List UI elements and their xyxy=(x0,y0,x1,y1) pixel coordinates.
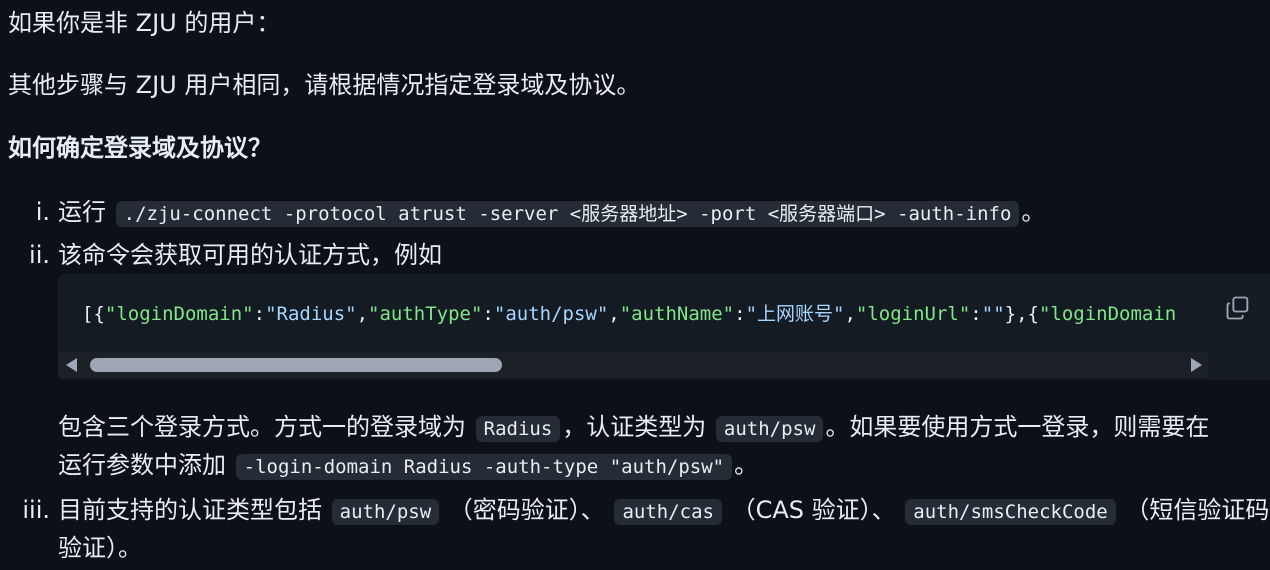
code-token: "auth/psw" xyxy=(493,303,609,325)
code-block: [{"loginDomain":"Radius","authType":"aut… xyxy=(58,274,1270,380)
code-token: , xyxy=(608,303,620,325)
explain-text: 运行参数中添加 xyxy=(58,451,226,479)
explain-text: 。如果要使用方式一登录，则需要在 xyxy=(825,413,1210,441)
code-token: "Radius" xyxy=(265,303,357,325)
list-text: 运行 xyxy=(58,198,106,226)
list-item: i. 运行 ./zju-connect -protocol atrust -se… xyxy=(36,193,1046,233)
list-item-continuation: 验证）。 xyxy=(58,529,142,567)
auth-psw-code: auth/psw xyxy=(331,499,440,525)
code-token: "loginDomain" xyxy=(104,303,254,325)
code-token: : xyxy=(734,303,746,325)
explain-text: 。 xyxy=(734,451,759,479)
code-token: "authType" xyxy=(368,303,483,325)
explanation-line-1: 包含三个登录方式。方式一的登录域为 Radius ，认证类型为 auth/psw。… xyxy=(58,408,1209,448)
list-text: （密码验证）、 xyxy=(448,496,605,524)
list-item: ii. 该命令会获取可用的认证方式，例如 xyxy=(29,236,442,274)
scrollbar-thumb[interactable] xyxy=(90,358,502,372)
code-token: "" xyxy=(981,303,1005,325)
list-text: 该命令会获取可用的认证方式，例如 xyxy=(58,241,442,269)
explain-text: 包含三个登录方式。方式一的登录域为 xyxy=(58,413,466,441)
list-marker: iii. xyxy=(22,496,50,524)
list-text: （短信验证码 xyxy=(1125,496,1270,524)
code-token: },{ xyxy=(1004,303,1039,325)
copy-icon xyxy=(1226,296,1249,320)
code-token: [{ xyxy=(82,303,105,325)
list-text: （CAS 验证）、 xyxy=(731,496,896,524)
explain-text: ，认证类型为 xyxy=(562,413,707,441)
list-text: 目前支持的认证类型包括 xyxy=(58,496,322,524)
auth-type-code: auth/psw xyxy=(715,416,824,442)
code-token: "authName" xyxy=(619,303,735,325)
scroll-left-arrow-icon[interactable] xyxy=(66,358,77,372)
auth-sms-code: auth/smsCheckCode xyxy=(905,499,1116,525)
code-line: [{"loginDomain":"Radius","authType":"aut… xyxy=(82,300,1208,328)
list-marker: i. xyxy=(35,198,50,226)
list-item: iii. 目前支持的认证类型包括 auth/psw （密码验证）、 auth/c… xyxy=(22,491,1270,531)
scroll-right-arrow-icon[interactable] xyxy=(1191,358,1202,372)
intro-paragraph: 如果你是非 ZJU 的用户： xyxy=(8,9,281,37)
auth-cas-code: auth/cas xyxy=(614,499,722,525)
params-code: -login-domain Radius -auth-type "auth/ps… xyxy=(235,454,733,480)
steps-paragraph: 其他步骤与 ZJU 用户相同，请根据情况指定登录域及协议。 xyxy=(8,71,641,99)
login-domain-code: Radius xyxy=(475,416,561,442)
code-token: : xyxy=(482,303,494,325)
code-token: "上网账号" xyxy=(745,303,845,325)
code-token: "loginUrl" xyxy=(855,303,971,325)
list-text-end: 。 xyxy=(1021,198,1046,226)
list-marker: ii. xyxy=(29,241,50,269)
code-token: : xyxy=(253,303,266,325)
code-token: , xyxy=(356,303,369,325)
code-token: "loginDomain xyxy=(1038,303,1177,325)
code-token: , xyxy=(844,303,856,325)
list-text: 验证）。 xyxy=(58,534,142,562)
explanation-line-2: 运行参数中添加 -login-domain Radius -auth-type … xyxy=(58,446,758,486)
horizontal-scrollbar[interactable] xyxy=(58,352,1208,378)
command-code: ./zju-connect -protocol atrust -server <… xyxy=(115,201,1020,227)
copy-button[interactable] xyxy=(1224,294,1252,322)
code-token: : xyxy=(970,303,982,325)
section-heading: 如何确定登录域及协议？ xyxy=(8,134,272,162)
